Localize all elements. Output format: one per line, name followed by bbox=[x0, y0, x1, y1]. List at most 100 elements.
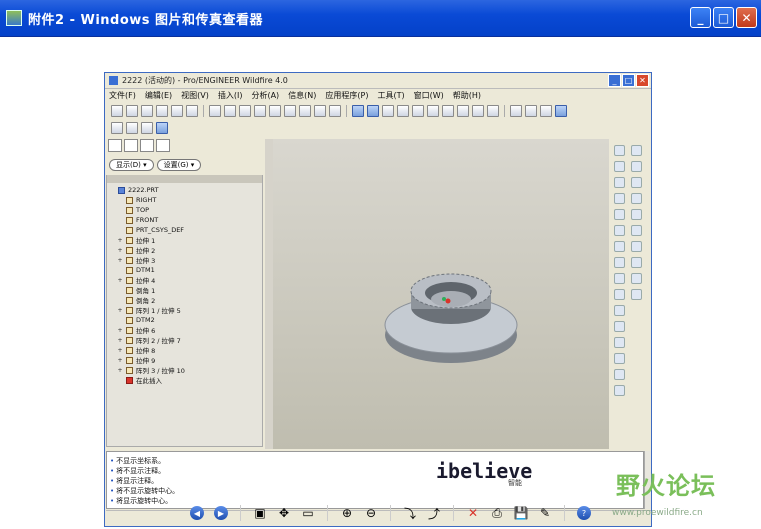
best-fit-button[interactable]: ▣ bbox=[251, 504, 269, 522]
model-tree-item[interactable]: + 拉伸 2 bbox=[107, 245, 262, 255]
model-tree-item-label: 倒角 1 bbox=[136, 287, 156, 295]
model-tree-item[interactable]: 在此插入 bbox=[107, 375, 262, 385]
sweep-icon bbox=[631, 177, 642, 188]
actual-size-button[interactable]: ✥ bbox=[275, 504, 293, 522]
print-button[interactable]: ⎙ bbox=[488, 504, 506, 522]
menu-analysis: 分析(A) bbox=[251, 91, 280, 100]
rib-icon bbox=[631, 257, 642, 268]
feature-icon bbox=[126, 326, 133, 334]
model-tree-item-label: 拉伸 2 bbox=[136, 247, 156, 255]
tree-expander-icon[interactable]: + bbox=[117, 347, 123, 354]
close-button[interactable]: ✕ bbox=[736, 7, 757, 28]
feature-icon bbox=[126, 236, 133, 244]
tree-expander-icon[interactable]: + bbox=[117, 307, 123, 314]
feature-icon bbox=[126, 306, 133, 314]
model-tree-item[interactable]: DTM2 bbox=[107, 315, 262, 325]
menu-file: 文件(F) bbox=[109, 91, 136, 100]
feature-icon bbox=[126, 226, 133, 234]
model-tree-item[interactable]: FRONT bbox=[107, 215, 262, 225]
delete-button[interactable]: ✕ bbox=[464, 504, 482, 522]
tree-expander-icon[interactable]: + bbox=[117, 327, 123, 334]
help-button[interactable]: ? bbox=[575, 504, 593, 522]
tree-expander-icon[interactable]: + bbox=[117, 257, 123, 264]
minimize-button[interactable]: _ bbox=[690, 7, 711, 28]
tree-expander-icon[interactable]: + bbox=[117, 277, 123, 284]
select-box-icon bbox=[329, 104, 341, 117]
model-tree-item[interactable]: + 阵列 3 / 拉伸 10 bbox=[107, 365, 262, 375]
copy-icon bbox=[254, 104, 266, 117]
menu-applications: 应用程序(P) bbox=[325, 91, 369, 100]
spin-center-marker bbox=[445, 298, 451, 304]
zoom-in-button[interactable]: ⊕ bbox=[338, 504, 356, 522]
proe-window-screenshot: 2222 (活动的) - Pro/ENGINEER Wildfire 4.0 _… bbox=[104, 72, 652, 527]
model-tree-item[interactable]: + 拉伸 6 bbox=[107, 325, 262, 335]
model-tree-item-label: TOP bbox=[136, 206, 150, 214]
model-tree-item[interactable]: + 拉伸 3 bbox=[107, 255, 262, 265]
watermark-site-name: 野火论坛 bbox=[616, 472, 716, 500]
orient-mode-icon bbox=[382, 104, 394, 117]
axis-tool-icon bbox=[614, 177, 625, 188]
email-link-icon bbox=[186, 104, 198, 117]
model-tree-items: 2222.PRT RIGHT TOP FRONT PRT_CSYS_DEF + 拉伸 1 + 拉… bbox=[107, 185, 262, 385]
model-tree-item[interactable]: + 拉伸 4 bbox=[107, 275, 262, 285]
tree-expander-icon[interactable]: + bbox=[117, 337, 123, 344]
feature-icon bbox=[126, 206, 133, 214]
feature-icon bbox=[126, 196, 133, 204]
model-tree: 2222.PRT RIGHT TOP FRONT PRT_CSYS_DEF + 拉伸 1 + 拉… bbox=[106, 175, 263, 447]
rotate-clockwise-button[interactable]: ⤵ bbox=[401, 504, 419, 522]
rotate-counterclockwise-button[interactable]: ⤴ bbox=[425, 504, 443, 522]
model-tree-item[interactable]: 倒角 1 bbox=[107, 285, 262, 295]
model-tree-item[interactable]: PRT_CSYS_DEF bbox=[107, 225, 262, 235]
model-tree-item-label: DTM1 bbox=[136, 266, 155, 274]
proe-close-icon: ✕ bbox=[636, 74, 649, 87]
model-tree-item[interactable]: + 拉伸 1 bbox=[107, 235, 262, 245]
model-tree-item[interactable]: 倒角 2 bbox=[107, 295, 262, 305]
model-tree-item-label: 拉伸 4 bbox=[136, 277, 156, 285]
find-icon bbox=[314, 104, 326, 117]
revolve-icon bbox=[631, 161, 642, 172]
navigator-splitter bbox=[265, 139, 273, 449]
model-tree-item[interactable]: 2222.PRT bbox=[107, 185, 262, 195]
graphics-viewport bbox=[273, 139, 609, 449]
tree-expander-icon[interactable]: + bbox=[117, 247, 123, 254]
csys-toggle-icon bbox=[156, 121, 168, 134]
zoom-out-button[interactable]: ⊖ bbox=[362, 504, 380, 522]
slideshow-button[interactable]: ▭ bbox=[299, 504, 317, 522]
feature-icon bbox=[126, 246, 133, 254]
model-tree-item[interactable]: RIGHT bbox=[107, 195, 262, 205]
gear-model bbox=[384, 273, 518, 363]
edit-button[interactable]: ✎ bbox=[536, 504, 554, 522]
model-tree-item[interactable]: + 阵列 1 / 拉伸 5 bbox=[107, 305, 262, 315]
reorient-icon bbox=[442, 104, 454, 117]
model-tree-item[interactable]: + 拉伸 9 bbox=[107, 355, 262, 365]
feature-icon bbox=[126, 286, 133, 294]
proe-title-bar: 2222 (活动的) - Pro/ENGINEER Wildfire 4.0 _… bbox=[105, 73, 651, 89]
blend-icon bbox=[631, 193, 642, 204]
viewer-app-icon bbox=[6, 10, 22, 26]
viewer-title: 附件2 - Windows 图片和传真查看器 bbox=[28, 12, 264, 28]
tree-expander-icon[interactable]: + bbox=[117, 357, 123, 364]
model-tree-item[interactable]: DTM1 bbox=[107, 265, 262, 275]
model-tree-item-label: RIGHT bbox=[136, 196, 157, 204]
curve-tool-icon bbox=[614, 193, 625, 204]
model-tree-item-label: 拉伸 1 bbox=[136, 237, 156, 245]
zoom-in-icon bbox=[397, 104, 409, 117]
pattern-icon bbox=[631, 289, 642, 300]
previous-image-button[interactable]: ◀ bbox=[188, 504, 206, 522]
model-tree-item[interactable]: + 拉伸 8 bbox=[107, 345, 262, 355]
copy-to-button[interactable]: 💾 bbox=[512, 504, 530, 522]
maximize-button[interactable]: □ bbox=[713, 7, 734, 28]
mirror-icon bbox=[614, 305, 625, 316]
model-tree-item-label: 阵列 2 / 拉伸 7 bbox=[136, 337, 181, 345]
trim-icon bbox=[614, 337, 625, 348]
tree-expander-icon[interactable]: + bbox=[117, 367, 123, 374]
proe-toolbar-1 bbox=[105, 102, 651, 119]
open-icon bbox=[126, 104, 138, 117]
menu-window: 窗口(W) bbox=[413, 91, 444, 100]
offset-icon bbox=[614, 353, 625, 364]
model-tree-item[interactable]: TOP bbox=[107, 205, 262, 215]
tree-expander-icon[interactable]: + bbox=[117, 237, 123, 244]
next-image-button[interactable]: ▶ bbox=[212, 504, 230, 522]
model-tree-item[interactable]: + 阵列 2 / 拉伸 7 bbox=[107, 335, 262, 345]
solidify-icon bbox=[614, 385, 625, 396]
